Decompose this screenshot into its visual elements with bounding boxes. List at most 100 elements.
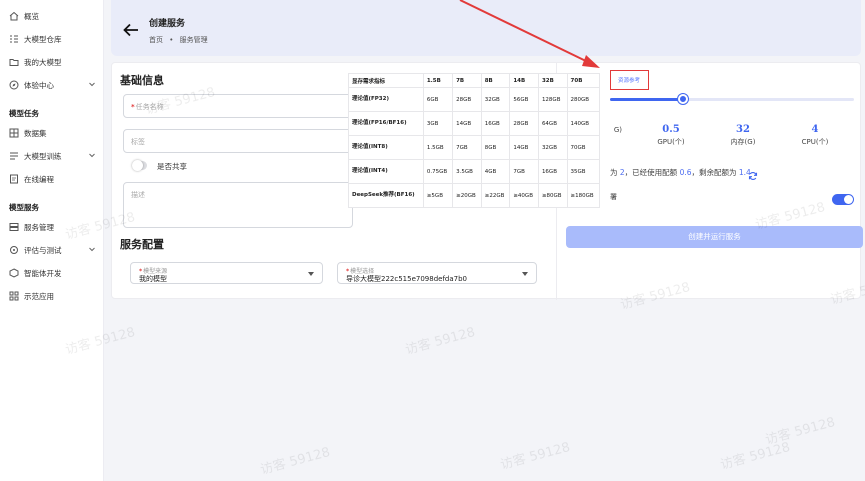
table-cell: 3GB: [422, 111, 454, 136]
task-name-input[interactable]: *任务名称: [123, 94, 353, 118]
breadcrumb-home[interactable]: 首页: [149, 36, 163, 44]
table-cell: 7GB: [452, 135, 482, 160]
breadcrumb-separator: •: [169, 36, 174, 44]
table-cell: 128GB: [537, 87, 568, 112]
sidebar-item-label: 评估与测试: [24, 246, 62, 255]
chevron-down-icon: [87, 79, 97, 89]
sidebar-item-label: 数据集: [24, 129, 47, 138]
sidebar-item-label: 我的大模型: [24, 58, 62, 67]
slider-handle[interactable]: [678, 94, 689, 104]
row-header-cell: 理论值(FP16/BF16): [348, 111, 424, 136]
resource-reference-table: 显存需求指标 1.5B 7B 8B 14B 32B 70B 理论值(FP32) 6GB 28GB…: [348, 73, 601, 208]
chevron-down-icon: [308, 272, 314, 276]
required-mark: *: [131, 103, 135, 111]
gpu-slider[interactable]: [610, 94, 854, 104]
watermark-text: 访客 59128: [498, 439, 572, 473]
stat-label: GPU(个): [657, 138, 685, 146]
table-cell: 280GB: [566, 87, 601, 112]
row-header-cell: 理论值(INT4): [348, 159, 424, 184]
resource-reference-button[interactable]: 资源参考: [610, 70, 649, 90]
chevron-down-icon: [87, 150, 97, 160]
stat-value: 4: [811, 124, 819, 135]
table-header-cell: 1.5B: [422, 73, 454, 88]
table-header-cell: 70B: [566, 73, 601, 88]
page-title: 创建服务: [149, 19, 186, 29]
slider-fill: [610, 98, 684, 101]
table-cell: 64GB: [537, 111, 568, 136]
table-cell: 70GB: [566, 135, 601, 160]
table-cell: 56GB: [509, 87, 539, 112]
table-cell: ≥5GB: [422, 183, 454, 208]
table-row: 理论值(INT8) 1.5GB 7GB 8GB 14GB 32GB 70GB: [348, 135, 601, 160]
model-select-value: 导诊大模型222c515e7098defda7b0: [346, 275, 467, 283]
tag-input[interactable]: 标签: [123, 129, 353, 153]
chevron-down-icon: [87, 244, 97, 254]
repository-icon: [9, 34, 19, 44]
training-icon: [9, 151, 19, 161]
table-cell: 14GB: [452, 111, 482, 136]
table-cell: 32GB: [537, 135, 568, 160]
sidebar-item-label: 智能体开发: [24, 269, 62, 278]
table-row: DeepSeek推荐(BF16) ≥5GB ≥20GB ≥22GB ≥40GB ≥80GB…: [348, 183, 601, 208]
sidebar-item-label: 大模型训练: [24, 152, 62, 161]
deploy-switch[interactable]: [832, 194, 854, 205]
row-header-cell: 理论值(FP32): [348, 87, 424, 112]
row-header-cell: DeepSeek推荐(BF16): [348, 183, 424, 208]
sidebar-item-overview[interactable]: 概览: [0, 6, 104, 26]
table-cell: 0.75GB: [422, 159, 454, 184]
sidebar-item-model-training[interactable]: 大模型训练: [0, 146, 104, 166]
sidebar-item-my-models[interactable]: 我的大模型: [0, 52, 104, 72]
quota-prefix: 为: [610, 168, 618, 177]
description-textarea[interactable]: 描述: [123, 182, 353, 228]
sidebar-item-label: 服务管理: [24, 223, 54, 232]
table-cell: ≥180GB: [566, 183, 601, 208]
compass-icon: [9, 80, 19, 90]
table-header-cell: 显存需求指标: [348, 73, 424, 88]
breadcrumb-current: 服务管理: [179, 36, 208, 44]
home-icon: [9, 11, 19, 21]
quota-suffix: ，剩余配额为: [691, 168, 737, 177]
sidebar-item-label: 在线编程: [24, 175, 54, 184]
service-config-title: 服务配置: [120, 238, 164, 251]
table-header-cell: 7B: [452, 73, 482, 88]
chevron-down-icon: [522, 272, 528, 276]
sidebar-item-label: 体验中心: [24, 81, 54, 90]
task-name-placeholder: 任务名称: [135, 103, 164, 111]
watermark-text: 访客 59128: [718, 439, 792, 473]
sidebar-item-service-management[interactable]: 服务管理: [0, 217, 104, 237]
model-source-select[interactable]: *模型来源 我的模型: [130, 262, 323, 284]
refresh-icon[interactable]: [748, 166, 758, 180]
row-header-cell: 理论值(INT8): [348, 135, 424, 160]
breadcrumb: 首页 • 服务管理: [149, 35, 208, 45]
table-cell: 32GB: [480, 87, 511, 112]
deploy-option-label: 署: [610, 193, 617, 201]
table-cell: 8GB: [480, 135, 511, 160]
model-select[interactable]: *模型选择 导诊大模型222c515e7098defda7b0: [337, 262, 537, 284]
agent-icon: [9, 268, 19, 278]
back-arrow-icon[interactable]: [123, 22, 139, 37]
sidebar-item-datasets[interactable]: 数据集: [0, 123, 104, 143]
quota-info: 为 2，已经使用配额 0.6，剩余配额为 1.4: [610, 167, 751, 178]
sidebar-item-label: 大模型仓库: [24, 35, 62, 44]
evaluate-icon: [9, 245, 19, 255]
sidebar: 概览 大模型仓库 我的大模型 体验中心 模型任务 数据集 大模型训练 在线编程 …: [0, 0, 104, 481]
description-placeholder: 描述: [131, 191, 145, 199]
stat-cpu: 4 CPU(个): [780, 124, 850, 147]
sidebar-item-evaluation[interactable]: 评估与测试: [0, 240, 104, 260]
sidebar-item-experience-center[interactable]: 体验中心: [0, 75, 104, 95]
sidebar-item-model-repository[interactable]: 大模型仓库: [0, 29, 104, 49]
watermark-text: 访客 59128: [403, 324, 477, 358]
create-and-run-button[interactable]: 创建并运行服务: [566, 226, 863, 248]
stat-gpu: 0.5 GPU(个): [636, 124, 706, 147]
tag-placeholder: 标签: [131, 138, 145, 146]
sidebar-item-agent-development[interactable]: 智能体开发: [0, 263, 104, 283]
share-toggle[interactable]: [132, 160, 147, 171]
table-cell: 28GB: [509, 111, 539, 136]
table-cell: 1.5GB: [422, 135, 454, 160]
table-cell: 35GB: [566, 159, 601, 184]
code-icon: [9, 174, 19, 184]
sidebar-item-demo-apps[interactable]: 示范应用: [0, 286, 104, 306]
table-row: 理论值(INT4) 0.75GB 3.5GB 4GB 7GB 16GB 35GB: [348, 159, 601, 184]
sidebar-item-online-coding[interactable]: 在线编程: [0, 169, 104, 189]
table-cell: 140GB: [566, 111, 601, 136]
